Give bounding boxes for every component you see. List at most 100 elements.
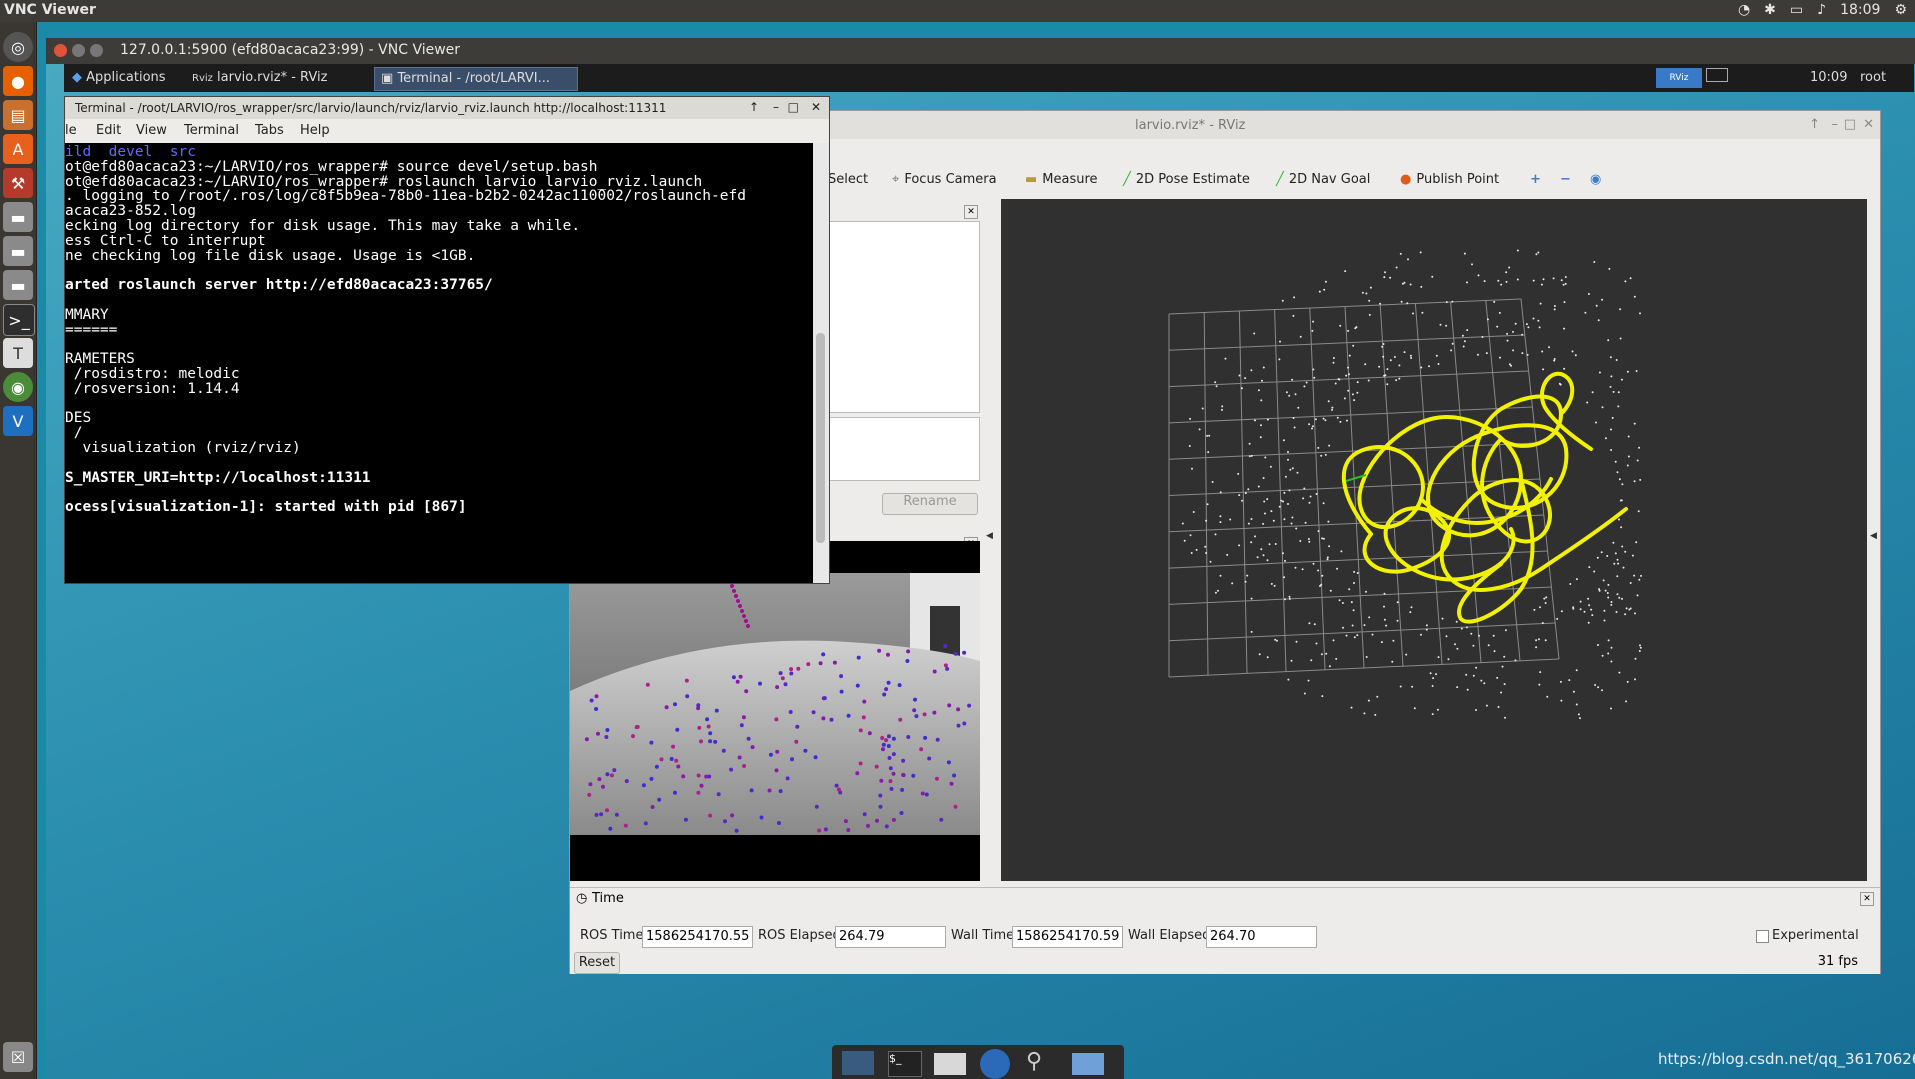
panel-clock[interactable]: 10:09 [1804, 67, 1853, 89]
feature-point [790, 757, 794, 762]
show-desktop-icon[interactable] [842, 1051, 874, 1075]
menu-edit[interactable]: Edit [96, 123, 121, 138]
scrollbar-thumb[interactable] [816, 333, 825, 543]
collapse-right-icon[interactable]: ◀ [1870, 531, 1877, 541]
cloud-point [1253, 332, 1256, 335]
tool-publish-point[interactable]: ● Publish Point [1400, 172, 1499, 187]
experimental-checkbox[interactable] [1756, 930, 1769, 943]
wall-elapsed-field[interactable]: 264.70 [1206, 926, 1317, 948]
cloud-point [1290, 522, 1293, 525]
close-icon[interactable]: ✕ [964, 205, 978, 219]
search-icon[interactable]: ⚲ [1026, 1049, 1042, 1074]
menu-tabs[interactable]: Tabs [255, 123, 284, 138]
applications-menu[interactable]: ◆ Applications [66, 67, 172, 89]
feature-point [832, 660, 837, 665]
terminal-scrollbar[interactable] [813, 143, 829, 583]
gear-icon[interactable]: ⚙ [1894, 2, 1907, 18]
settings-tools-icon[interactable]: ⚒ [3, 168, 33, 198]
cloud-point [1475, 666, 1478, 669]
cloud-point [1386, 383, 1389, 386]
cloud-point [1552, 277, 1555, 280]
volume-icon[interactable]: ♪ [1817, 2, 1826, 18]
files-icon[interactable]: ▤ [3, 100, 33, 130]
feature-point [778, 671, 783, 676]
close-icon[interactable]: ✕ [1860, 892, 1874, 906]
trash-icon[interactable]: ☒ [3, 1042, 33, 1072]
tool-measure[interactable]: ▬ Measure [1025, 172, 1098, 187]
feature-point [777, 821, 781, 825]
tool-focus-camera[interactable]: ⌖ Focus Camera [892, 172, 997, 187]
cloud-point [1504, 716, 1506, 719]
taskbar-item-rviz[interactable]: Rviz larvio.rviz* - RViz [186, 67, 368, 89]
clock[interactable]: 18:09 [1840, 2, 1880, 18]
menu-terminal[interactable]: Terminal [184, 123, 239, 138]
close-icon[interactable] [54, 44, 67, 57]
web-browser-icon[interactable] [980, 1049, 1010, 1079]
cloud-point [1299, 540, 1302, 542]
rename-button[interactable]: Rename [882, 493, 978, 515]
feature-point [707, 774, 712, 779]
cloud-point [1431, 713, 1434, 716]
terminal-icon[interactable]: >_ [3, 304, 35, 336]
drive-icon[interactable]: ▬ [3, 236, 33, 266]
cloud-point [1290, 659, 1293, 662]
workspace-1[interactable]: RViz [1656, 68, 1702, 88]
close-icon[interactable]: ✕ [811, 100, 821, 114]
drive-icon[interactable]: ▬ [3, 202, 33, 232]
close-icon[interactable]: ✕ [1863, 117, 1874, 132]
reset-button[interactable]: Reset [574, 952, 620, 974]
tool-select[interactable]: Select [828, 172, 868, 187]
terminal-output[interactable]: ild devel src ot@efd80acaca23:~/LARVIO/ro… [65, 143, 813, 583]
menu-help[interactable]: Help [300, 123, 330, 138]
file-manager-icon[interactable] [934, 1053, 966, 1075]
terminal-icon[interactable]: $_ [888, 1051, 922, 1077]
ubuntu-home-icon[interactable]: ◎ [3, 32, 33, 62]
cloud-point [1326, 558, 1329, 561]
feature-point [714, 708, 719, 713]
feature-point [601, 784, 605, 789]
workspace-2[interactable] [1706, 68, 1728, 82]
maximize-icon[interactable]: □ [1844, 117, 1856, 132]
panel-user[interactable]: root [1854, 67, 1892, 89]
wall-time-field[interactable]: 1586254170.59 [1012, 926, 1123, 948]
collapse-left-icon[interactable]: ◀ [986, 531, 993, 541]
terminal-titlebar[interactable]: Terminal - /root/LARVIO/ros_wrapper/src/… [65, 97, 829, 119]
menu-view[interactable]: View [136, 123, 167, 138]
text-editor-icon[interactable]: T [3, 338, 33, 368]
wifi-icon[interactable]: ◔ [1738, 2, 1750, 18]
chrome-icon[interactable]: ◉ [3, 372, 33, 402]
software-center-icon[interactable]: A [3, 134, 33, 164]
shade-icon[interactable]: ↑ [1809, 117, 1820, 132]
ros-time-field[interactable]: 1586254170.55 [642, 926, 753, 948]
add-tool-icon[interactable]: + [1530, 172, 1541, 187]
cloud-point [1244, 492, 1247, 495]
ros-elapsed-field[interactable]: 264.79 [835, 926, 946, 948]
firefox-icon[interactable]: ● [3, 66, 33, 96]
eye-icon[interactable]: ◉ [1590, 172, 1601, 187]
tool-2d-nav-goal[interactable]: ╱ 2D Nav Goal [1276, 172, 1370, 187]
battery-icon[interactable]: ▭ [1790, 2, 1803, 18]
taskbar-item-terminal[interactable]: ▣ Terminal - /root/LARVI... [374, 67, 578, 91]
maximize-icon[interactable] [90, 44, 103, 57]
minimize-icon[interactable]: – [773, 100, 779, 114]
remove-tool-icon[interactable]: − [1560, 172, 1571, 187]
bluetooth-icon[interactable]: ✱ [1764, 2, 1776, 18]
3d-view[interactable] [1001, 199, 1867, 881]
feature-point [943, 663, 948, 668]
cloud-point [1586, 401, 1589, 404]
cloud-point [1626, 680, 1629, 683]
menu-file[interactable]: le [65, 123, 77, 138]
feature-point [884, 824, 889, 829]
minimize-icon[interactable]: – [1832, 117, 1839, 132]
tool-2d-pose-estimate[interactable]: ╱ 2D Pose Estimate [1123, 172, 1250, 187]
minimize-icon[interactable] [72, 44, 85, 57]
vnc-viewer-icon[interactable]: V [3, 406, 33, 436]
drive-icon[interactable]: ▬ [3, 270, 33, 300]
cloud-point [1610, 603, 1613, 606]
cloud-point [1396, 601, 1399, 604]
maximize-icon[interactable]: □ [788, 100, 799, 114]
vnc-window-titlebar[interactable]: 127.0.0.1:5900 (efd80acaca23:99) - VNC V… [46, 38, 1915, 64]
cloud-point [1569, 583, 1572, 585]
shade-icon[interactable]: ↑ [749, 100, 759, 114]
folder-icon[interactable] [1072, 1053, 1104, 1075]
